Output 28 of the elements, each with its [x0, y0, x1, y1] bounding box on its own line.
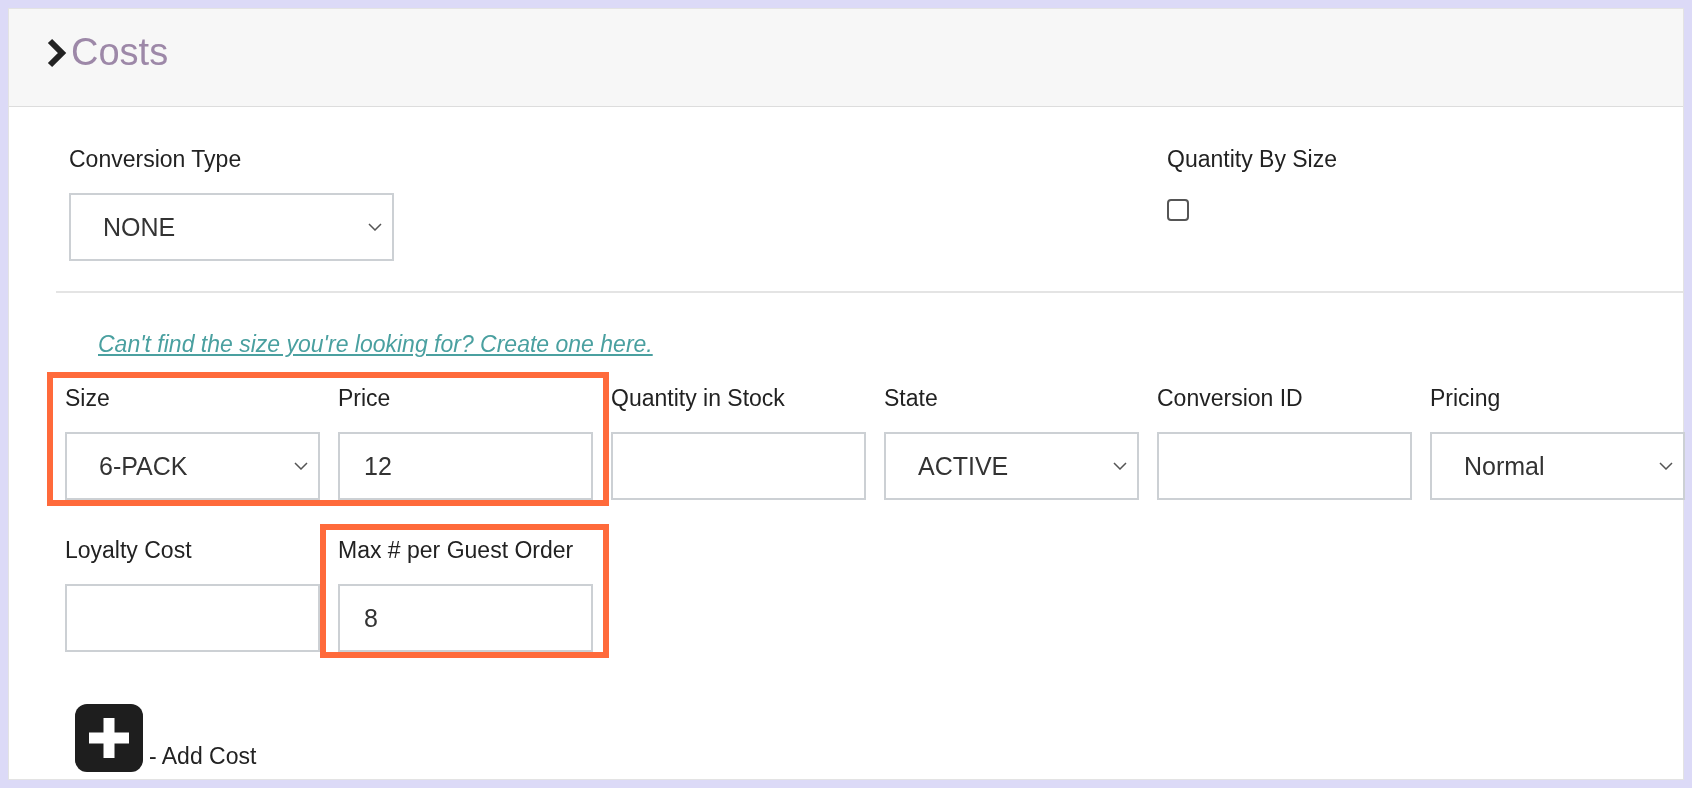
field-label: Quantity in Stock [611, 384, 786, 412]
field-label: State [884, 384, 939, 412]
field-label: Conversion Type [69, 145, 243, 173]
caret-icon [1113, 462, 1127, 470]
caret-icon [1659, 462, 1673, 470]
select-dropdown[interactable]: 6-PACK [65, 432, 320, 500]
input-field[interactable] [611, 432, 866, 500]
caret-icon [368, 223, 382, 231]
field-label: Quantity By Size [1167, 145, 1338, 173]
input-field[interactable] [65, 584, 320, 652]
input-field[interactable] [1157, 432, 1412, 500]
panel-title: Costs [71, 31, 169, 74]
plus-icon[interactable] [75, 704, 143, 772]
add-cost-label[interactable]: - Add Cost [149, 743, 257, 772]
field-label: Loyalty Cost [65, 536, 193, 564]
chevron-icon[interactable] [47, 37, 67, 68]
field-label: Pricing [1430, 384, 1502, 412]
caret-icon [294, 462, 308, 470]
select-dropdown[interactable]: NONE [69, 193, 394, 261]
field-label: Conversion ID [1157, 384, 1304, 412]
checkbox[interactable] [1167, 199, 1189, 221]
select-dropdown[interactable]: ACTIVE [884, 432, 1139, 500]
field-label: Size [65, 384, 111, 412]
input-field[interactable]: 8 [338, 584, 593, 652]
field-label: Max # per Guest Order [338, 536, 575, 564]
select-dropdown[interactable]: Normal [1430, 432, 1685, 500]
field-label: Price [338, 384, 392, 412]
input-field[interactable]: 12 [338, 432, 593, 500]
